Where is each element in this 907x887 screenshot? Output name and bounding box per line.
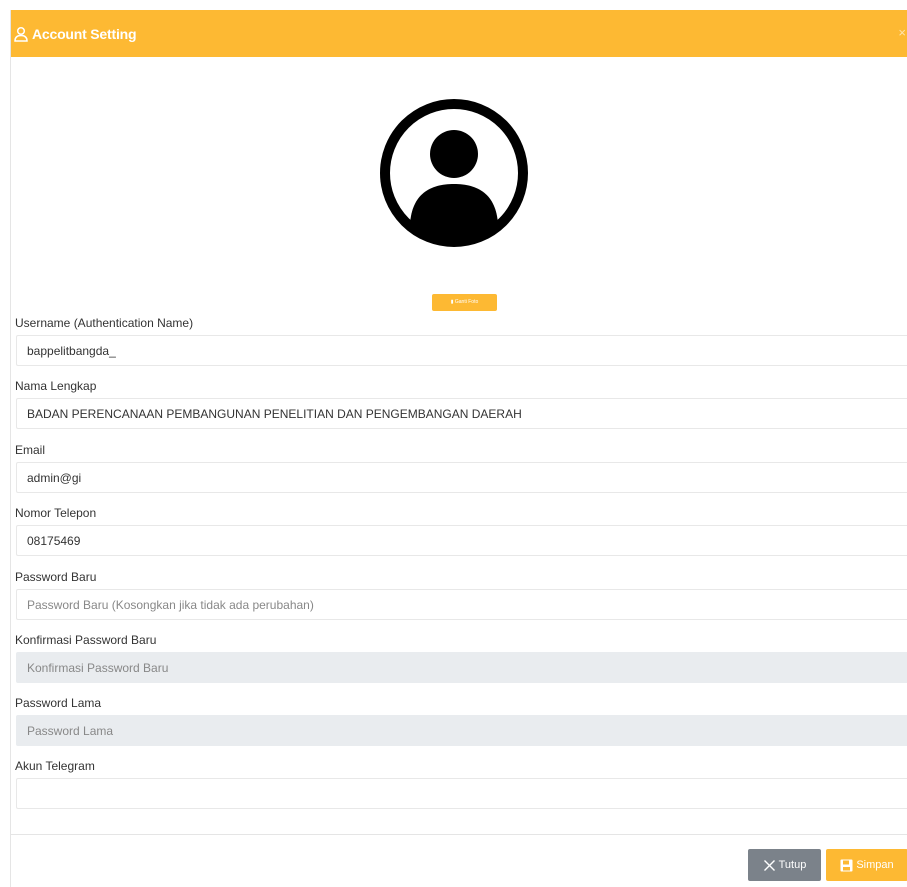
change-photo-button[interactable]: ▮ Ganti Foto	[432, 294, 497, 311]
save-icon	[840, 859, 853, 871]
change-photo-label: Ganti Foto	[454, 299, 479, 305]
email-input[interactable]	[16, 462, 907, 493]
field-full-name: Nama Lengkap	[15, 378, 907, 429]
field-telegram: Akun Telegram	[15, 758, 907, 809]
telegram-label: Akun Telegram	[15, 759, 95, 773]
field-email: Email	[15, 442, 907, 493]
old-password-input	[16, 715, 907, 746]
new-password-label: Password Baru	[15, 570, 97, 584]
field-old-password: Password Lama	[15, 695, 907, 746]
user-circle-icon	[380, 99, 528, 247]
new-password-input[interactable]	[16, 589, 907, 620]
footer-divider	[11, 834, 907, 835]
folder-icon: ▮	[450, 299, 454, 305]
old-password-label: Password Lama	[15, 696, 102, 710]
close-button[interactable]: Tutup	[748, 849, 821, 881]
confirm-password-input	[16, 652, 907, 683]
full-name-label: Nama Lengkap	[15, 379, 97, 393]
username-input[interactable]	[16, 335, 907, 366]
full-name-input[interactable]	[16, 398, 907, 429]
telegram-input[interactable]	[16, 778, 907, 809]
username-label: Username (Authentication Name)	[15, 316, 194, 330]
phone-input[interactable]	[16, 525, 907, 556]
confirm-password-label: Konfirmasi Password Baru	[15, 633, 157, 647]
phone-label: Nomor Telepon	[15, 506, 97, 520]
email-label: Email	[15, 443, 46, 457]
close-button-label: Tutup	[778, 859, 807, 871]
field-username: Username (Authentication Name)	[15, 315, 907, 366]
close-icon	[763, 859, 775, 871]
field-phone: Nomor Telepon	[15, 505, 907, 556]
modal-title: Account Setting	[32, 25, 137, 42]
field-new-password: Password Baru	[15, 569, 907, 620]
account-setting-modal: Account Setting × ▮ Ganti Foto Username …	[10, 10, 907, 887]
save-button-label: Simpan	[856, 859, 894, 871]
save-button[interactable]: Simpan	[826, 849, 907, 881]
user-icon	[14, 26, 28, 42]
field-confirm-password: Konfirmasi Password Baru	[15, 632, 907, 683]
modal-header: Account Setting ×	[11, 10, 907, 57]
close-icon[interactable]: ×	[898, 25, 906, 40]
